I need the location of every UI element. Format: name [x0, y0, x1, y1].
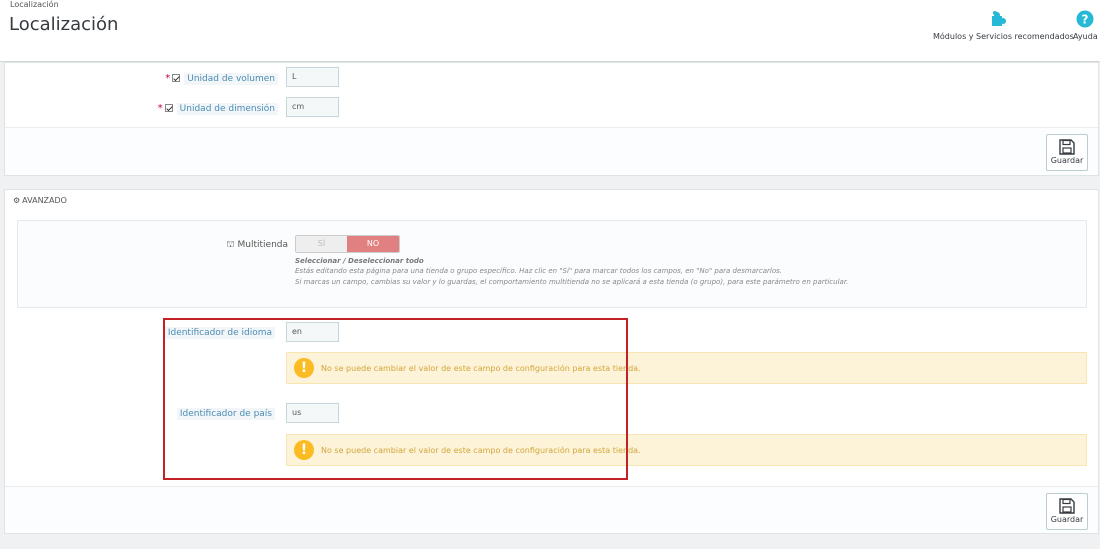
- multistore-label-text: Multitienda: [237, 240, 289, 250]
- help-button[interactable]: ? Ayuda: [1073, 10, 1098, 41]
- dimension-unit-input[interactable]: cm: [286, 97, 339, 117]
- svg-text:?: ?: [1082, 13, 1089, 27]
- puzzle-icon: [992, 11, 1006, 26]
- highlight-annotation-box: [163, 318, 628, 480]
- multistore-label: ⛫ Multitienda: [226, 240, 288, 251]
- dimension-unit-text: Unidad de dimensión: [176, 103, 278, 115]
- advanced-heading-text: AVANZADO: [22, 196, 67, 205]
- sitemap-icon: ⛫: [226, 240, 235, 250]
- volume-multistore-checkbox[interactable]: [172, 74, 181, 82]
- save-label: Guardar: [1050, 156, 1084, 165]
- gears-icon: ⚙: [13, 196, 21, 205]
- advanced-heading: ⚙ AVANZADO: [13, 196, 67, 205]
- help-icon: ?: [1076, 10, 1094, 28]
- modules-label: Módulos y Servicios recomendados: [933, 32, 1074, 41]
- switch-yes-option[interactable]: SÍ: [296, 236, 348, 252]
- multistore-help-line-2: Si marcas un campo, cambias su valor y l…: [295, 278, 849, 286]
- modules-button[interactable]: Módulos y Servicios recomendados: [933, 10, 1074, 41]
- switch-no-option[interactable]: NO: [347, 236, 399, 252]
- help-label: Ayuda: [1073, 32, 1098, 41]
- save-icon: [1059, 139, 1075, 155]
- save-button[interactable]: Guardar: [1046, 134, 1088, 171]
- required-mark: *: [165, 73, 171, 84]
- page-header: Localización Localización Módulos y Serv…: [0, 0, 1100, 62]
- volume-unit-input[interactable]: L: [286, 67, 339, 87]
- dimension-unit-label: * Unidad de dimensión: [157, 103, 278, 115]
- save-button[interactable]: Guardar: [1046, 493, 1088, 530]
- multistore-well: ⛫ Multitienda SÍ NO Seleccionar / Desele…: [17, 220, 1087, 308]
- volume-unit-text: Unidad de volumen: [184, 73, 278, 85]
- page-title: Localización: [9, 14, 119, 35]
- advanced-panel-footer: Guardar: [5, 486, 1098, 533]
- select-all-help-title[interactable]: Seleccionar / Deseleccionar todo: [295, 257, 424, 265]
- save-icon: [1059, 498, 1075, 514]
- breadcrumb[interactable]: Localización: [10, 0, 59, 9]
- volume-unit-label: * Unidad de volumen: [165, 73, 278, 85]
- dimension-multistore-checkbox[interactable]: [164, 104, 173, 112]
- units-panel: * Unidad de volumen L * Unidad de dimensió…: [4, 62, 1099, 176]
- multistore-help-line-1: Estás editando esta página para una tien…: [295, 267, 783, 275]
- multistore-switch[interactable]: SÍ NO: [295, 235, 400, 253]
- save-label: Guardar: [1050, 515, 1084, 524]
- units-panel-footer: Guardar: [5, 127, 1098, 175]
- required-mark: *: [157, 103, 163, 114]
